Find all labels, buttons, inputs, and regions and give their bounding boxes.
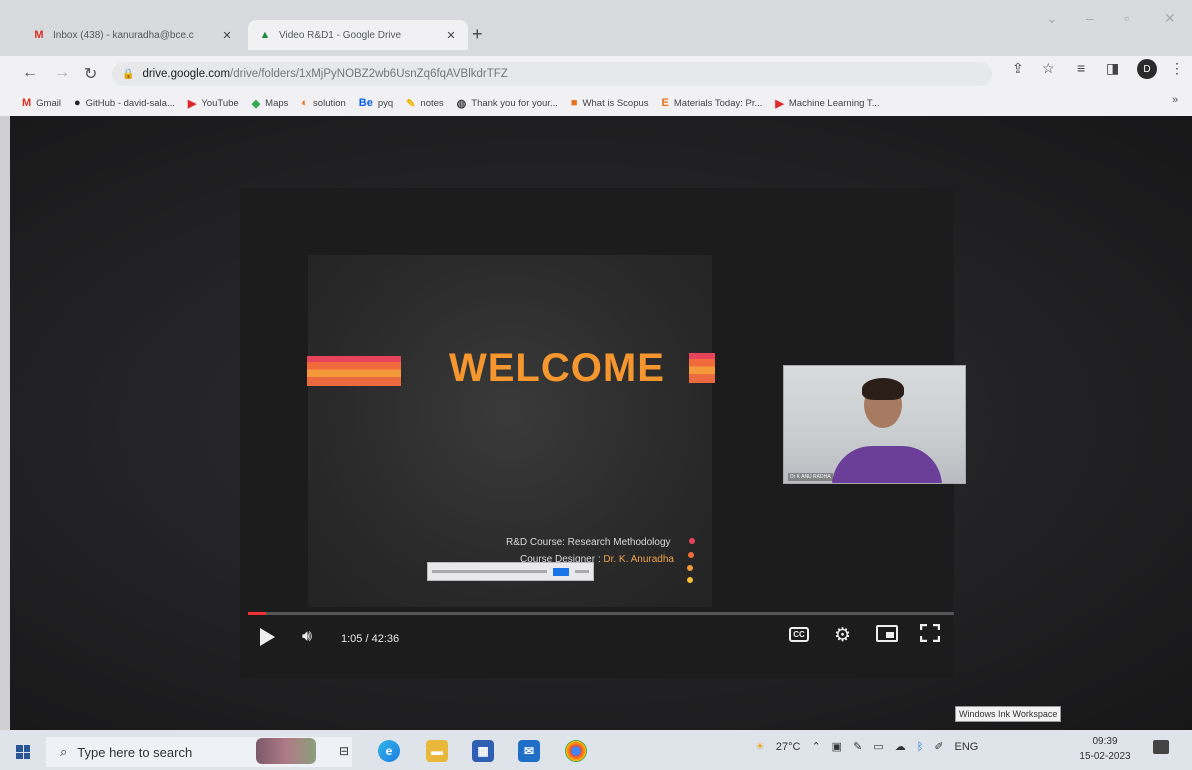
weather-icon: ☀ [755, 741, 765, 753]
file-explorer-icon[interactable]: ▬ [426, 740, 448, 762]
close-tab-icon[interactable]: ✕ [220, 29, 234, 42]
task-view-icon[interactable]: ⊟ [333, 740, 355, 762]
timecode: 1:05 / 42:36 [341, 633, 400, 645]
slide-stripe-left [307, 356, 401, 386]
bullet-dot [687, 577, 693, 583]
bookmark-youtube[interactable]: ▶ YouTube [188, 97, 239, 110]
minimize-button[interactable]: – [1086, 10, 1094, 26]
bookmarks-bar: M Gmail ● GitHub - david-sala... ▶ YouTube … [0, 90, 1192, 116]
youtube-icon: ▶ [187, 97, 197, 110]
search-highlight-image [256, 738, 316, 764]
chrome-icon[interactable] [565, 740, 587, 762]
bookmark-maps[interactable]: ◆ Maps [252, 97, 289, 110]
pen-icon[interactable]: ✎ [853, 740, 862, 753]
progress-bar-fill [248, 612, 266, 615]
battery-icon[interactable]: ▭ [873, 740, 883, 753]
closed-captions-icon[interactable]: CC [789, 627, 809, 642]
webcam-name-tag: Dr K ANU RADHA [788, 473, 833, 481]
elsevier-icon: E [661, 97, 669, 109]
language-indicator[interactable]: ENG [955, 741, 979, 753]
stop-sharing-button[interactable] [553, 567, 569, 576]
system-tray: ☀ 27°C ⌃ ▣ ✎ ▭ ☁ ᛒ ✐ ENG [755, 740, 979, 754]
forward-button[interactable]: → [54, 64, 70, 82]
mail-icon[interactable]: ✉ [518, 740, 540, 762]
close-window-button[interactable]: ✕ [1164, 10, 1176, 27]
share-icon[interactable]: ⇪ [1012, 60, 1024, 77]
search-icon: ⌕ [60, 744, 68, 759]
reading-list-icon[interactable]: ≡ [1077, 60, 1085, 76]
bluetooth-icon[interactable]: ᛒ [917, 741, 924, 753]
lock-icon: 🔒 [122, 68, 135, 80]
presenter-hair [862, 378, 904, 400]
bullet-dot [687, 565, 693, 571]
windows-start-icon[interactable] [16, 745, 30, 759]
meet-now-icon[interactable]: ▣ [832, 740, 842, 753]
close-tab-icon[interactable]: ✕ [444, 29, 458, 42]
volume-icon[interactable]: 🔊︎ [302, 628, 312, 646]
bookmark-thank-you[interactable]: ◍ Thank you for your... [457, 97, 558, 110]
gmail-icon: M [34, 29, 44, 41]
chevron-up-icon[interactable]: ⌃ [811, 740, 820, 753]
bookmark-machine-learning[interactable]: ▶ Machine Learning T... [775, 97, 879, 110]
screen-share-notice [427, 562, 594, 581]
onedrive-cloud-icon[interactable]: ☁ [895, 740, 906, 753]
bullet-dot [688, 552, 694, 558]
slide-course-line: R&D Course: Research Methodology [506, 537, 671, 548]
google-drive-icon: ▲ [259, 29, 271, 41]
bullet-dot [689, 538, 695, 544]
notifications-icon[interactable] [1153, 740, 1169, 754]
globe-icon: ◍ [456, 97, 467, 110]
slide-title: WELCOME [449, 346, 665, 390]
youtube-icon: ▶ [775, 97, 784, 110]
new-tab-button[interactable]: + [472, 24, 483, 45]
presenter-body [832, 446, 942, 483]
bookmark-notes[interactable]: ✎ notes [406, 97, 443, 110]
maps-icon: ◆ [251, 97, 261, 110]
hide-button[interactable] [575, 570, 589, 573]
notes-icon: ✎ [406, 97, 416, 110]
bookmark-pyq[interactable]: Be pyq [359, 97, 393, 109]
side-panel-icon[interactable]: ◨ [1106, 60, 1119, 77]
slide-stripe-right [689, 353, 715, 383]
store-icon[interactable]: ▦ [472, 740, 494, 762]
edge-icon[interactable]: e [378, 740, 400, 762]
profile-avatar[interactable]: D [1137, 59, 1157, 79]
progress-bar[interactable] [248, 612, 954, 615]
github-icon: ● [73, 97, 81, 109]
tooltip: Windows Ink Workspace [955, 706, 1062, 722]
maximize-button[interactable]: ▫ [1124, 10, 1129, 26]
webcam-overlay: Dr K ANU RADHA [783, 365, 966, 484]
notice-text [432, 570, 547, 573]
chevron-down-icon[interactable]: ⌄ [1046, 10, 1058, 27]
play-icon[interactable] [260, 628, 275, 646]
settings-gear-icon[interactable]: ⚙ [834, 624, 851, 647]
menu-kebab-icon[interactable]: ⋮ [1170, 60, 1184, 77]
solution-icon: ◐ [301, 97, 309, 109]
reload-button[interactable]: ↻ [84, 64, 97, 84]
weather-temp: 27°C [775, 740, 801, 753]
behance-icon: Be [358, 97, 373, 109]
bookmark-materials-today[interactable]: E Materials Today: Pr... [662, 97, 763, 109]
bookmarks-overflow-icon[interactable]: » [1172, 94, 1178, 106]
back-button[interactable]: ← [22, 64, 38, 82]
ink-workspace-icon[interactable]: ✐ [934, 740, 943, 753]
tab-google-drive[interactable]: ▲ Video R&D1 - Google Drive ✕ [248, 20, 468, 50]
bookmark-star-icon[interactable]: ☆ [1042, 60, 1055, 77]
bookmark-gmail[interactable]: M Gmail [22, 97, 61, 109]
scopus-icon: ■ [570, 97, 578, 109]
bookmark-github[interactable]: ● GitHub - david-sala... [74, 97, 175, 109]
fullscreen-icon[interactable] [919, 623, 941, 643]
miniplayer-icon[interactable] [876, 625, 898, 642]
gmail-icon: M [22, 97, 32, 109]
bookmark-solution[interactable]: ◐ solution [301, 97, 345, 109]
address-bar[interactable]: 🔒 drive.google.com/drive/folders/1xMjPyN… [112, 62, 992, 86]
bookmark-scopus[interactable]: ■ What is Scopus [571, 97, 649, 109]
taskbar-clock[interactable]: 09:39 15-02-2023 [1077, 734, 1133, 764]
tab-gmail[interactable]: M Inbox (438) - kanuradha@bce.c ✕ [22, 20, 244, 50]
